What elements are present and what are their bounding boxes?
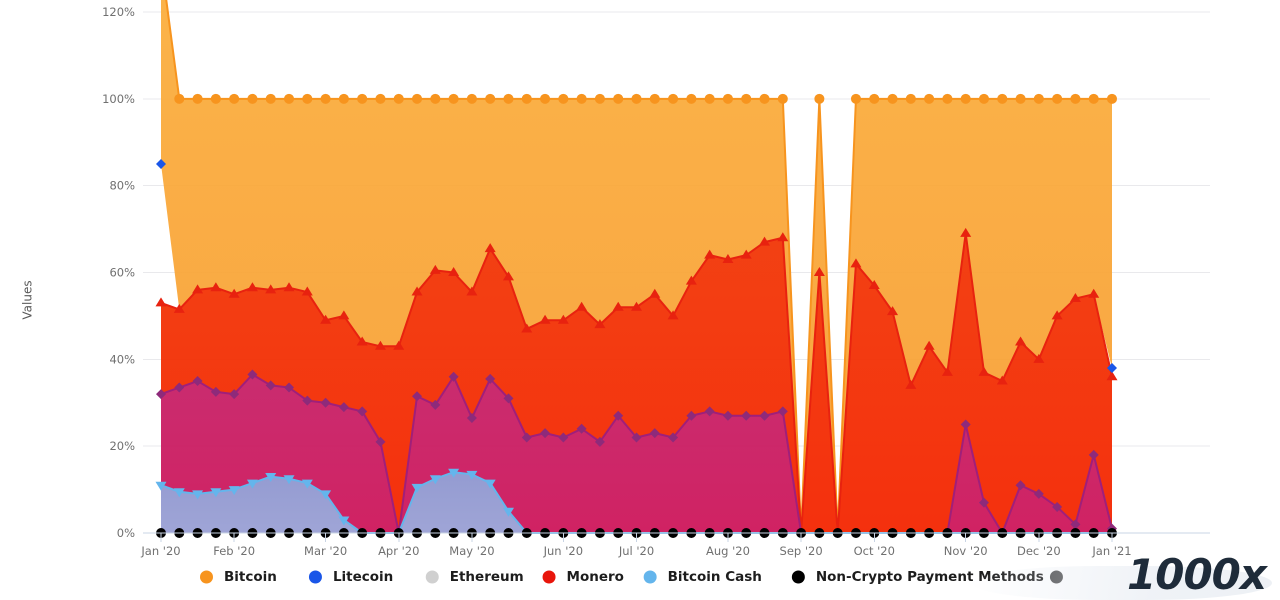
y-tick-label: 100%: [102, 92, 135, 106]
y-tick-label: 20%: [109, 439, 135, 453]
y-tick-label: 120%: [102, 5, 135, 19]
legend-label-non-crypto-payment-methods: Non-Crypto Payment Methods: [816, 569, 1044, 585]
stacked-area-chart[interactable]: Jan '20 Feb '20 Mar '20 Apr '20 May '20 Jun '…: [0, 0, 1280, 600]
marker-bitcoin[interactable]: [192, 93, 203, 104]
marker-bitcoin[interactable]: [649, 93, 660, 104]
marker-bitcoin[interactable]: [850, 93, 861, 104]
x-tick-label: Sep '20: [780, 544, 823, 558]
marker-bitcoin[interactable]: [1088, 93, 1099, 104]
marker-bitcoin[interactable]: [1107, 93, 1117, 104]
y-tick-label: 80%: [109, 179, 135, 193]
marker-bitcoin[interactable]: [741, 93, 752, 104]
legend-item-bitcoin-cash[interactable]: Bitcoin Cash: [643, 569, 762, 585]
marker-bitcoin[interactable]: [594, 93, 605, 104]
watermark-logo: 1000x: [1127, 550, 1267, 599]
marker-bitcoin[interactable]: [631, 93, 642, 104]
legend: Bitcoin Litecoin Ethereum Monero Bitcoin Cas…: [200, 569, 1063, 585]
marker-bitcoin[interactable]: [412, 93, 423, 104]
legend-label-monero: Monero: [567, 569, 624, 585]
marker-bitcoin[interactable]: [284, 93, 295, 104]
marker-bitcoin[interactable]: [924, 93, 935, 104]
legend-item-non-crypto-payment-methods[interactable]: Non-Crypto Payment Methods: [791, 569, 1044, 585]
marker-bitcoin[interactable]: [978, 93, 989, 104]
marker-bitcoin[interactable]: [247, 93, 258, 104]
marker-bitcoin[interactable]: [814, 93, 825, 104]
marker-bitcoin[interactable]: [722, 93, 733, 104]
marker-bitcoin[interactable]: [960, 93, 971, 104]
legend-label-ethereum: Ethereum: [450, 569, 524, 585]
marker-bitcoin[interactable]: [905, 93, 916, 104]
x-tick-label: Feb '20: [213, 544, 255, 558]
legend-swatch-ethereum-icon: [425, 570, 439, 584]
marker-bitcoin[interactable]: [613, 93, 624, 104]
marker-bitcoin[interactable]: [320, 93, 331, 104]
x-tick-label: Jun '20: [543, 544, 583, 558]
legend-swatch-litecoin-icon: [308, 570, 322, 584]
x-tick-label: Mar '20: [304, 544, 347, 558]
marker-bitcoin[interactable]: [704, 93, 715, 104]
x-tick-label: Oct '20: [854, 544, 895, 558]
marker-bitcoin[interactable]: [430, 93, 441, 104]
marker-bitcoin[interactable]: [576, 93, 587, 104]
marker-bitcoin[interactable]: [485, 93, 496, 104]
marker-bitcoin[interactable]: [777, 93, 788, 104]
marker-bitcoin[interactable]: [1015, 93, 1026, 104]
legend-item-extra[interactable]: [1049, 570, 1063, 584]
legend-item-bitcoin[interactable]: Bitcoin: [200, 569, 277, 585]
legend-item-litecoin[interactable]: Litecoin: [308, 569, 393, 585]
marker-bitcoin[interactable]: [759, 93, 770, 104]
marker-bitcoin[interactable]: [686, 93, 697, 104]
marker-bitcoin[interactable]: [558, 93, 569, 104]
y-tick-label: 60%: [109, 266, 135, 280]
legend-swatch-bitcoin-icon: [200, 570, 213, 584]
marker-bitcoin[interactable]: [1052, 93, 1063, 104]
legend-swatch-bitcoin-cash-icon: [643, 570, 657, 584]
marker-bitcoin[interactable]: [302, 93, 313, 104]
marker-bitcoin[interactable]: [869, 93, 880, 104]
marker-bitcoin[interactable]: [1070, 93, 1081, 104]
x-tick-label: May '20: [449, 544, 494, 558]
marker-bitcoin[interactable]: [174, 93, 185, 104]
legend-item-monero[interactable]: Monero: [542, 569, 624, 585]
marker-bitcoin[interactable]: [887, 93, 898, 104]
x-tick-label: Aug '20: [706, 544, 750, 558]
legend-swatch-extra-icon: [1049, 570, 1063, 584]
marker-bitcoin[interactable]: [229, 93, 240, 104]
legend-label-bitcoin-cash: Bitcoin Cash: [668, 569, 762, 585]
x-tick-label: Nov '20: [944, 544, 988, 558]
marker-bitcoin[interactable]: [448, 93, 459, 104]
legend-item-ethereum[interactable]: Ethereum: [425, 569, 524, 585]
legend-swatch-monero-icon: [542, 570, 556, 584]
legend-label-litecoin: Litecoin: [333, 569, 393, 585]
legend-swatch-non-crypto-payment-methods-icon: [791, 570, 805, 584]
y-axis-group: 0% 20% 40% 60% 80% 100% 120%: [102, 5, 135, 540]
marker-bitcoin[interactable]: [997, 93, 1008, 104]
marker-bitcoin[interactable]: [466, 93, 477, 104]
chart-container: Jan '20 Feb '20 Mar '20 Apr '20 May '20 Jun '…: [0, 0, 1280, 600]
marker-bitcoin[interactable]: [540, 93, 551, 104]
x-tick-label: Jan '20: [140, 544, 180, 558]
marker-bitcoin[interactable]: [357, 93, 368, 104]
marker-bitcoin[interactable]: [210, 93, 221, 104]
marker-bitcoin[interactable]: [338, 93, 349, 104]
marker-bitcoin[interactable]: [503, 93, 514, 104]
y-tick-label: 0%: [117, 526, 135, 540]
marker-bitcoin[interactable]: [265, 93, 276, 104]
marker-monero[interactable]: [155, 297, 167, 307]
marker-bitcoin[interactable]: [1033, 93, 1044, 104]
marker-bitcoin[interactable]: [668, 93, 679, 104]
legend-label-bitcoin: Bitcoin: [224, 569, 277, 585]
y-tick-label: 40%: [109, 352, 135, 366]
x-tick-label: Dec '20: [1017, 544, 1061, 558]
y-axis-title: Values: [21, 280, 35, 319]
marker-bitcoin[interactable]: [375, 93, 386, 104]
x-tick-label: Apr '20: [378, 544, 419, 558]
marker-bitcoin[interactable]: [393, 93, 404, 104]
x-tick-label: Jul '20: [618, 544, 654, 558]
marker-bitcoin[interactable]: [521, 93, 532, 104]
marker-bitcoin[interactable]: [942, 93, 953, 104]
x-tick-label: Jan '21: [1091, 544, 1131, 558]
